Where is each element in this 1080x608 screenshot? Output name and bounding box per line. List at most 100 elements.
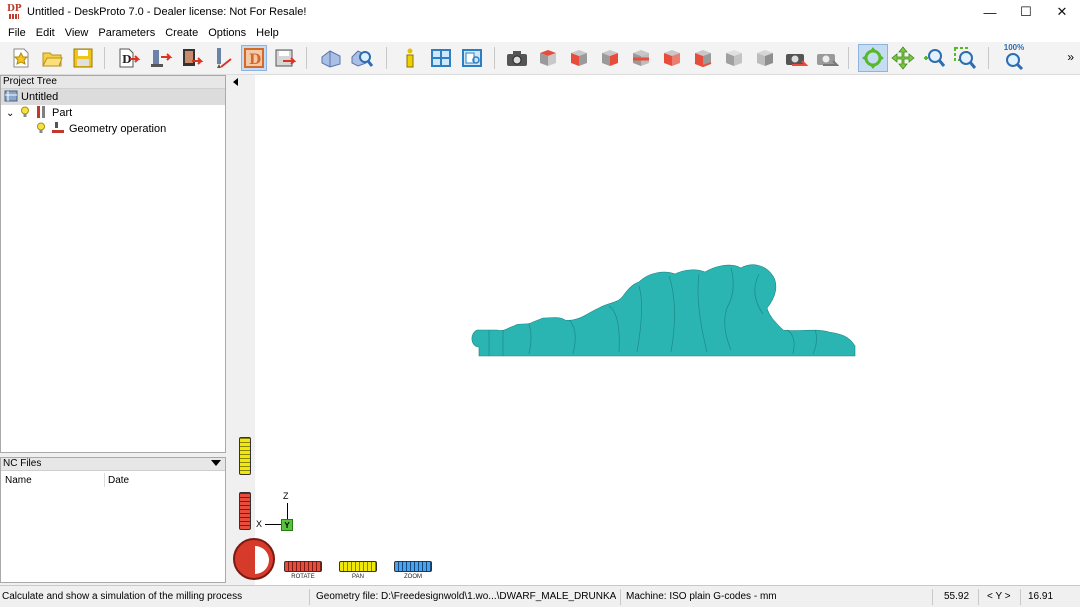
rotate-slider[interactable] bbox=[284, 561, 322, 572]
view-left-icon[interactable] bbox=[659, 45, 685, 71]
window-title: Untitled - DeskProto 7.0 - Dealer licens… bbox=[27, 6, 307, 18]
toolpath-icon[interactable] bbox=[210, 45, 236, 71]
nc-files-columns: Name Date bbox=[1, 471, 225, 487]
stl-model[interactable] bbox=[469, 260, 859, 372]
maximize-button[interactable]: ☐ bbox=[1008, 0, 1044, 24]
pan-mode-icon[interactable] bbox=[890, 45, 916, 71]
toolbar-separator bbox=[306, 47, 307, 69]
collapse-panel-icon[interactable] bbox=[233, 78, 238, 86]
menu-edit[interactable]: Edit bbox=[31, 24, 60, 42]
status-divider bbox=[932, 589, 933, 605]
zoom-mode-icon[interactable] bbox=[921, 45, 947, 71]
menu-create[interactable]: Create bbox=[160, 24, 203, 42]
view-iso2-icon[interactable] bbox=[752, 45, 778, 71]
info-icon[interactable] bbox=[397, 45, 423, 71]
camera-icon[interactable] bbox=[504, 45, 530, 71]
toolbar-overflow-button[interactable]: » bbox=[1067, 50, 1074, 64]
lightbulb-icon[interactable] bbox=[36, 122, 46, 137]
close-button[interactable]: ✕ bbox=[1044, 0, 1080, 24]
nc-files-header: NC Files bbox=[1, 458, 225, 471]
axis-y-marker: Y bbox=[281, 519, 293, 531]
axis-y-label: Y bbox=[284, 520, 290, 530]
chevron-down-icon[interactable] bbox=[211, 460, 221, 466]
zoom-slider[interactable] bbox=[394, 561, 432, 572]
project-tree-panel: Project Tree Untitled ⌄ Part Geometry op… bbox=[0, 75, 226, 453]
view-back-icon[interactable] bbox=[628, 45, 654, 71]
multi-view-icon[interactable] bbox=[459, 45, 485, 71]
column-header-name[interactable]: Name bbox=[5, 475, 32, 486]
status-geometry-file: Geometry file: D:\Freedesignwold\1.wo...… bbox=[316, 591, 616, 602]
status-coordinate-1: 55.92 bbox=[944, 591, 970, 602]
zoom-slider-label: ZOOM bbox=[404, 574, 422, 580]
axis-x-label: X bbox=[256, 519, 263, 529]
status-divider bbox=[620, 589, 621, 605]
single-view-icon[interactable] bbox=[428, 45, 454, 71]
snapshot-gray-icon[interactable] bbox=[814, 45, 840, 71]
status-divider bbox=[309, 589, 310, 605]
zoom-all-icon[interactable]: 100% bbox=[999, 43, 1029, 71]
view-iso-icon[interactable] bbox=[721, 45, 747, 71]
menu-options[interactable]: Options bbox=[203, 24, 251, 42]
title-bar: DP Untitled - DeskProto 7.0 - Dealer lic… bbox=[0, 0, 1080, 24]
tree-item-geometry-operation[interactable]: Geometry operation bbox=[1, 121, 225, 137]
part-icon bbox=[35, 105, 47, 122]
toolbar-separator bbox=[104, 47, 105, 69]
axis-z-label: Z bbox=[283, 491, 289, 501]
lightbulb-icon[interactable] bbox=[20, 106, 30, 121]
column-header-date[interactable]: Date bbox=[108, 475, 129, 486]
pan-slider[interactable] bbox=[339, 561, 377, 572]
view-right-icon[interactable] bbox=[597, 45, 623, 71]
toolbar-separator bbox=[988, 47, 989, 69]
part-parameters-icon[interactable] bbox=[148, 45, 174, 71]
tree-item-part[interactable]: ⌄ Part bbox=[1, 105, 225, 121]
rotate-mode-icon[interactable] bbox=[858, 44, 888, 72]
menu-parameters[interactable]: Parameters bbox=[93, 24, 160, 42]
status-divider bbox=[978, 589, 979, 605]
svg-text:D: D bbox=[249, 52, 261, 68]
menu-view[interactable]: View bbox=[60, 24, 94, 42]
toolbar-separator bbox=[386, 47, 387, 69]
tree-item-untitled[interactable]: Untitled bbox=[1, 89, 225, 105]
status-bar: Calculate and show a simulation of the m… bbox=[0, 585, 1080, 607]
nc-files-panel: NC Files Name Date bbox=[0, 457, 226, 583]
tree-item-label: Untitled bbox=[21, 91, 59, 103]
column-divider[interactable] bbox=[104, 473, 105, 487]
view-bottom-icon[interactable] bbox=[690, 45, 716, 71]
axis-indicator: Z X Y bbox=[255, 489, 305, 535]
operation-icon bbox=[51, 121, 65, 137]
find-icon[interactable] bbox=[349, 45, 375, 71]
project-tree-header: Project Tree bbox=[1, 76, 225, 89]
save-project-icon[interactable] bbox=[70, 45, 96, 71]
vertical-pan-slider[interactable] bbox=[239, 437, 251, 475]
menu-help[interactable]: Help bbox=[251, 24, 284, 42]
status-hint: Calculate and show a simulation of the m… bbox=[2, 591, 243, 602]
3d-viewport[interactable]: ROTATE PAN ZOOM Z X Y bbox=[229, 75, 1080, 585]
snapshot-red-icon[interactable] bbox=[783, 45, 809, 71]
nc-files-title: NC Files bbox=[3, 458, 42, 469]
tree-item-label: Geometry operation bbox=[69, 123, 167, 135]
open-project-icon[interactable] bbox=[39, 45, 65, 71]
drawing-icon[interactable]: D bbox=[241, 45, 267, 71]
import-geometry-icon[interactable]: D bbox=[116, 45, 142, 71]
model-silhouette bbox=[471, 264, 856, 357]
toolbar-separator bbox=[848, 47, 849, 69]
zoom-window-icon[interactable] bbox=[952, 45, 978, 71]
rotate-wheel-icon[interactable] bbox=[233, 538, 275, 580]
vertical-rotate-slider[interactable] bbox=[239, 492, 251, 530]
new-project-icon[interactable] bbox=[8, 45, 34, 71]
deskproto-logo-icon: DP bbox=[7, 4, 22, 20]
menu-file[interactable]: File bbox=[3, 24, 31, 42]
expand-chevron-icon[interactable]: ⌄ bbox=[6, 108, 18, 119]
main-toolbar: D D 100% » bbox=[0, 42, 1080, 75]
operation-parameters-icon[interactable] bbox=[179, 45, 205, 71]
zoom-percent-label: 100% bbox=[1003, 43, 1025, 52]
write-nc-icon[interactable] bbox=[272, 45, 298, 71]
view-top-icon[interactable] bbox=[535, 45, 561, 71]
simulation-icon[interactable] bbox=[318, 45, 344, 71]
minimize-button[interactable]: — bbox=[972, 0, 1008, 24]
view-front-icon[interactable] bbox=[566, 45, 592, 71]
app-window: DP Untitled - DeskProto 7.0 - Dealer lic… bbox=[0, 0, 1080, 607]
status-coordinate-2: 16.91 bbox=[1028, 591, 1054, 602]
status-axis: < Y > bbox=[987, 591, 1011, 602]
project-icon bbox=[4, 90, 18, 105]
